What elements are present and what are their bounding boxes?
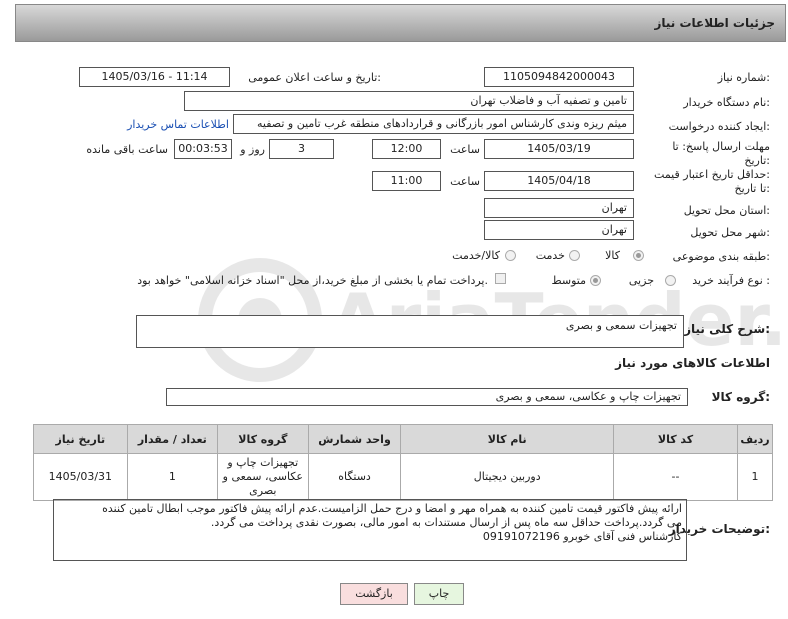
cell-row: 1 — [737, 453, 773, 501]
goods-table: تاریخ نیاز تعداد / مقدار گروه کالا واحد … — [33, 424, 773, 501]
notes-field: ارائه پیش فاکتور قیمت تامین کننده به همر… — [53, 499, 687, 561]
category-service-label: خدمت — [535, 249, 565, 262]
back-button[interactable]: بازگشت — [340, 583, 408, 605]
need-number-field: 1105094842000043 — [484, 67, 634, 87]
table-header-row: تاریخ نیاز تعداد / مقدار گروه کالا واحد … — [33, 424, 773, 454]
remaining-label: ساعت باقی مانده — [86, 143, 168, 156]
summary-field: تجهیزات سمعی و بصری — [136, 315, 684, 348]
goods-group-field: تجهیزات چاپ و عکاسی، سمعی و بصری — [166, 388, 688, 406]
deadline-hour-label: ساعت — [450, 143, 480, 156]
notes-line-2: می گردد.پرداخت حداقل سه ماه پس از ارسال … — [210, 516, 682, 529]
col-quantity: تعداد / مقدار — [126, 424, 219, 454]
need-number-label: شماره نیاز: — [717, 71, 770, 84]
announce-label: تاریخ و ساعت اعلان عمومی: — [248, 71, 381, 84]
process-minor-label: جزیی — [628, 274, 654, 287]
validity-time-field: 11:00 — [372, 171, 441, 191]
days-field: 3 — [269, 139, 334, 159]
category-radio-service[interactable] — [569, 250, 580, 261]
contact-info-link[interactable]: اطلاعات تماس خریدار — [127, 118, 229, 131]
treasury-note: پرداخت تمام یا بخشی از مبلغ خرید،از محل … — [137, 274, 488, 287]
col-group: گروه کالا — [217, 424, 309, 454]
validity-date-field: 1405/04/18 — [484, 171, 634, 191]
creator-field: میثم ریزه وندی کارشناس امور بازرگانی و ق… — [233, 114, 634, 134]
province-label: استان محل تحویل: — [683, 204, 770, 217]
cell-group: تجهیزات چاپ و عکاسی، سمعی و بصری — [217, 453, 309, 501]
process-radio-medium[interactable] — [590, 275, 601, 286]
col-name: نام کالا — [400, 424, 614, 454]
category-label: طبقه بندی موضوعی: — [672, 250, 770, 263]
table-row: 1405/03/31 1 تجهیزات چاپ و عکاسی، سمعی و… — [33, 453, 773, 501]
goods-group-label: گروه کالا: — [711, 390, 770, 404]
creator-label: ایجاد کننده درخواست: — [668, 120, 770, 133]
cell-quantity: 1 — [126, 453, 219, 501]
goods-section-title: اطلاعات کالاهای مورد نیاز — [615, 356, 770, 370]
announce-field: 1405/03/16 - 11:14 — [79, 67, 230, 87]
buyer-org-field: تامین و تصفیه آب و فاضلاب تهران — [184, 91, 634, 111]
process-radio-minor[interactable] — [665, 275, 676, 286]
col-need-date: تاریخ نیاز — [33, 424, 128, 454]
print-button[interactable]: چاپ — [414, 583, 464, 605]
notes-line-3: کارشناس فنی آقای خوبرو 09191072196 — [482, 530, 682, 543]
deadline-date-field: 1405/03/19 — [484, 139, 634, 159]
category-both-label: کالا/خدمت — [452, 249, 500, 262]
city-label: شهر محل تحویل: — [690, 226, 770, 239]
col-unit: واحد شمارش — [307, 424, 402, 454]
remaining-time-field: 00:03:53 — [174, 139, 232, 159]
cell-need-date: 1405/03/31 — [33, 453, 128, 501]
category-radio-goods[interactable] — [633, 250, 644, 261]
days-label: روز و — [240, 143, 265, 156]
page-title: جزئیات اطلاعات نیاز — [654, 16, 775, 30]
category-goods-label: کالا — [605, 249, 620, 262]
cell-unit: دستگاه — [307, 453, 402, 501]
col-code: کد کالا — [612, 424, 739, 454]
cell-code: -- — [612, 453, 739, 501]
validity-label-2: تا تاریخ: — [734, 182, 770, 195]
validity-hour-label: ساعت — [450, 175, 480, 188]
process-medium-label: متوسط — [551, 274, 586, 287]
deadline-label: مهلت ارسال پاسخ: تا — [672, 140, 770, 153]
process-label: نوع فرآیند خرید : — [692, 274, 770, 287]
buyer-org-label: نام دستگاه خریدار: — [683, 96, 770, 109]
validity-label: حداقل تاریخ اعتبار قیمت: — [654, 168, 770, 181]
col-row: ردیف — [737, 424, 773, 454]
treasury-checkbox[interactable] — [495, 273, 506, 284]
deadline-time-field: 12:00 — [372, 139, 441, 159]
summary-label: شرح کلی نیاز: — [684, 322, 770, 336]
province-field: تهران — [484, 198, 634, 218]
notes-line-1: ارائه پیش فاکتور قیمت تامین کننده به همر… — [102, 502, 682, 515]
category-radio-both[interactable] — [505, 250, 516, 261]
cell-name: دوربین دیجیتال — [400, 453, 614, 501]
page-header: جزئیات اطلاعات نیاز — [15, 4, 786, 42]
deadline-label-2: تاریخ: — [744, 154, 770, 167]
city-field: تهران — [484, 220, 634, 240]
